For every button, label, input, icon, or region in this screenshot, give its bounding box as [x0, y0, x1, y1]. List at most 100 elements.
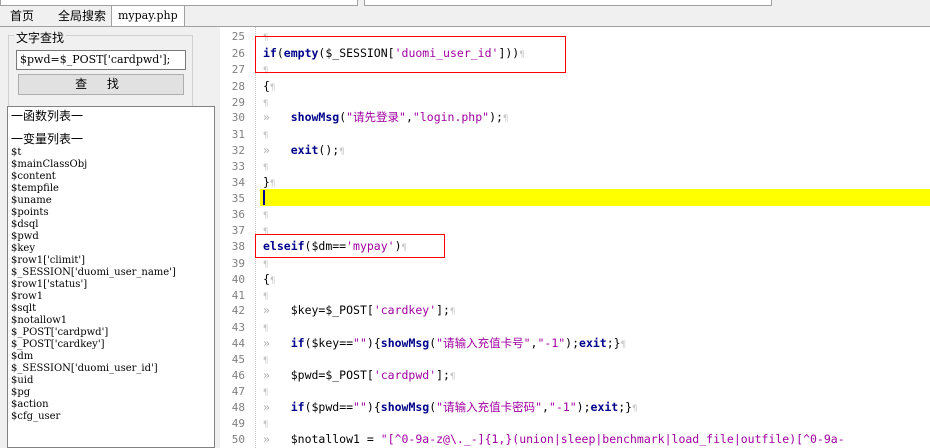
toolbar-field-right [364, 0, 772, 6]
code-line: ¶ [263, 206, 268, 223]
tab-arrow: » [263, 110, 270, 124]
line-number: 37 [231, 224, 245, 237]
pilcrow: ¶ [263, 211, 269, 221]
variable-item[interactable]: $pg [8, 387, 214, 399]
code-token: if [290, 400, 305, 414]
variable-item[interactable]: $dsql [8, 219, 214, 231]
code-token: ;} [618, 400, 633, 414]
line-number: 38 [231, 240, 245, 253]
variable-item[interactable]: $t [8, 147, 214, 159]
variable-item[interactable]: $uid [8, 375, 214, 387]
variable-item[interactable]: $notallow1 [8, 315, 214, 327]
variable-item[interactable]: $row1['climit'] [8, 255, 214, 267]
find-group-title: 文字查找 [14, 29, 67, 46]
text-caret [263, 190, 265, 205]
code-token: $notallow1 = [290, 432, 381, 446]
code-line: » $key=$_POST['cardkey'];¶ [263, 302, 455, 319]
variable-item[interactable]: $sqlt [8, 303, 214, 315]
code-token: ($key== [304, 336, 354, 350]
variable-item[interactable]: $_POST['cardkey'] [8, 339, 214, 351]
code-token: ){ [366, 336, 381, 350]
variable-item[interactable]: $pwd [8, 231, 214, 243]
code-token: exit [590, 400, 619, 414]
line-number: 26 [231, 47, 245, 60]
line-number: 44 [231, 337, 245, 350]
code-token: ); [489, 110, 503, 124]
code-line: {¶ [263, 78, 275, 95]
find-input[interactable]: $pwd=$_POST['cardpwd']; [16, 50, 186, 70]
pilcrow: ¶ [269, 179, 276, 189]
variable-item[interactable]: $row1 [8, 291, 214, 303]
code-line: » if($pwd==""){showMsg("请输入充值卡密码","-1");… [263, 399, 638, 416]
symbol-list[interactable]: 一函数列表一 一变量列表一 $t $mainClassObj $content … [7, 106, 215, 448]
code-token: } [263, 175, 270, 189]
variable-item[interactable]: $uname [8, 195, 214, 207]
code-token: if [290, 336, 305, 350]
pilcrow: ¶ [339, 147, 345, 157]
code-editor[interactable]: 25 26 27 28 29 30 31 32 33 34 35 36 37 3… [220, 27, 930, 448]
tab-global-search[interactable]: 全局搜索 [52, 7, 112, 26]
code-line: » exit();¶ [263, 142, 345, 159]
code-token: { [263, 79, 270, 93]
tab-arrow: » [263, 400, 270, 414]
code-line: {¶ [263, 271, 275, 288]
pilcrow: ¶ [263, 163, 269, 173]
pilcrow: ¶ [263, 388, 269, 398]
variable-item[interactable]: $key [8, 243, 214, 255]
code-token: "" [353, 336, 367, 350]
code-token: "-1" [537, 336, 566, 350]
line-number: 36 [231, 208, 245, 221]
tab-arrow: » [263, 336, 270, 350]
code-token: "login.php" [412, 110, 490, 124]
find-button[interactable]: 查 找 [18, 74, 184, 95]
variable-item[interactable]: $content [8, 171, 214, 183]
line-number: 45 [231, 353, 245, 366]
code-token: ){ [366, 400, 381, 414]
code-token: "[^0-9a-z@\._-]{1,}(union|sleep|benchmar… [380, 432, 845, 446]
variable-item[interactable]: $_SESSION['duomi_user_id'] [8, 363, 214, 375]
code-line: ¶ [263, 351, 268, 368]
line-number: 42 [231, 304, 245, 317]
pilcrow: ¶ [269, 276, 276, 286]
tab-home[interactable]: 首页 [4, 7, 40, 26]
code-line: ¶ [263, 415, 268, 432]
line-number: 28 [231, 80, 245, 93]
pilcrow: ¶ [263, 324, 269, 334]
variable-item[interactable]: $row1['status'] [8, 279, 214, 291]
line-number: 34 [231, 176, 245, 189]
variable-item[interactable]: $_SESSION['duomi_user_name'] [8, 267, 214, 279]
tab-arrow: » [263, 432, 270, 446]
variables-header[interactable]: 一变量列表一 [8, 132, 214, 147]
code-token: ]; [436, 368, 450, 382]
variable-item[interactable]: $action [8, 399, 214, 411]
line-number: 30 [231, 111, 245, 124]
pilcrow: ¶ [502, 114, 509, 124]
variable-item[interactable]: $dm [8, 351, 214, 363]
line-number: 32 [231, 144, 245, 157]
code-token: ;} [606, 336, 621, 350]
code-token: "" [353, 400, 367, 414]
code-token: 'cardkey' [373, 303, 437, 317]
line-number: 33 [231, 160, 245, 173]
line-number: 39 [231, 257, 245, 270]
code-token: $key=$_POST[ [290, 303, 374, 317]
variable-item[interactable]: $_POST['cardpwd'] [8, 327, 214, 339]
code-token: "-1" [548, 400, 577, 414]
code-line: » if($key==""){showMsg("请输入充值卡号","-1");e… [263, 335, 626, 352]
tab-mypay-php[interactable]: mypay.php [111, 5, 185, 28]
code-line: }¶ [263, 174, 275, 191]
code-token: ); [576, 400, 591, 414]
code-token: , [405, 110, 413, 124]
pilcrow: ¶ [620, 340, 627, 350]
code-line: ¶ [263, 158, 268, 175]
variable-item[interactable]: $cfg_user [8, 411, 214, 423]
code-token: $pwd=$_POST[ [290, 368, 374, 382]
variable-item[interactable]: $points [8, 207, 214, 219]
code-token: ($pwd== [304, 400, 354, 414]
variable-item[interactable]: $mainClassObj [8, 159, 214, 171]
left-panel: 文字查找 $pwd=$_POST['cardpwd']; 查 找 一函数列表一 … [0, 27, 220, 448]
variable-item[interactable]: $tempfile [8, 183, 214, 195]
functions-header[interactable]: 一函数列表一 [8, 109, 214, 124]
line-number: 35 [231, 192, 245, 205]
pilcrow: ¶ [263, 99, 269, 109]
